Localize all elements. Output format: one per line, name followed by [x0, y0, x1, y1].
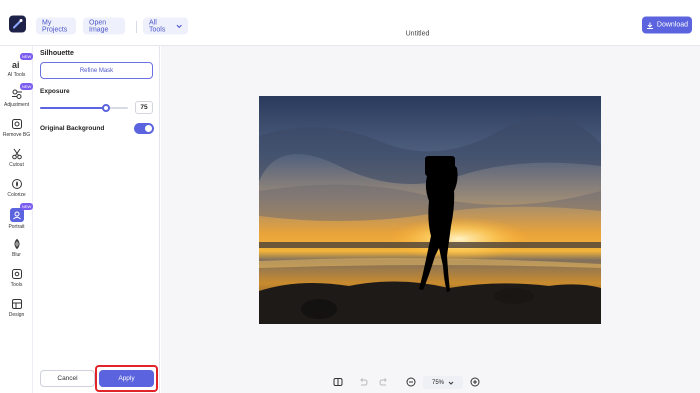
- rail-item-label: Remove BG: [2, 132, 31, 138]
- toggle-knob: [145, 125, 152, 132]
- exposure-slider[interactable]: [40, 104, 128, 112]
- zoom-value: 75%: [431, 379, 444, 386]
- remove-bg-icon: [11, 118, 23, 130]
- zoom-out-icon[interactable]: [406, 377, 416, 387]
- download-icon: [646, 22, 653, 29]
- header-divider: [136, 21, 137, 33]
- rail-item-tools[interactable]: Tools: [0, 264, 33, 292]
- original-background-toggle[interactable]: [134, 123, 154, 134]
- adjustment-icon: [11, 88, 23, 100]
- undo-icon[interactable]: [358, 377, 368, 387]
- all-tools-label: All Tools: [149, 19, 166, 33]
- my-projects-button[interactable]: My Projects: [36, 17, 76, 35]
- sunset-silhouette-photo[interactable]: [259, 96, 601, 324]
- colorize-icon: [11, 178, 23, 190]
- new-badge: NEW: [20, 83, 34, 90]
- rail-item-label: Colorize: [7, 192, 26, 198]
- exposure-value-input[interactable]: 75: [135, 101, 153, 114]
- download-button[interactable]: Download: [642, 16, 692, 34]
- design-icon: [11, 298, 23, 310]
- canvas-area: [161, 46, 700, 393]
- document-title[interactable]: Untitled: [380, 31, 455, 38]
- tool-rail: ai AI Tools NEW Adjustment NEW Remove BG Cutou…: [0, 46, 34, 393]
- refine-mask-button[interactable]: Refine Mask: [40, 62, 153, 79]
- rail-item-blur[interactable]: Blur: [0, 234, 33, 262]
- rail-item-label: Adjustment: [3, 102, 29, 108]
- open-image-button[interactable]: Open Image: [83, 17, 125, 35]
- zoom-dropdown[interactable]: 75%: [423, 376, 463, 389]
- new-badge: NEW: [20, 53, 34, 60]
- tools-icon: [11, 268, 23, 280]
- rail-item-portrait[interactable]: Portrait NEW: [0, 203, 34, 232]
- redo-icon[interactable]: [379, 377, 389, 387]
- original-background-label: Original Background: [40, 125, 105, 132]
- rail-item-cutout[interactable]: Cutout: [0, 144, 33, 172]
- rail-item-label: Cutout: [9, 162, 24, 168]
- rail-item-colorize[interactable]: Colorize: [0, 174, 33, 202]
- exposure-label: Exposure: [40, 88, 70, 95]
- rail-item-adjustment[interactable]: Adjustment NEW: [0, 83, 34, 112]
- rail-item-label: AI Tools: [7, 72, 26, 78]
- rail-item-label: Blur: [12, 252, 21, 258]
- rail-item-ai-tools[interactable]: ai AI Tools NEW: [0, 53, 34, 82]
- rail-item-label: Portrait: [8, 224, 25, 230]
- top-bar: My Projects Open Image All Tools Untitle…: [0, 0, 700, 46]
- cancel-button[interactable]: Cancel: [40, 370, 95, 387]
- exposure-slider-thumb[interactable]: [102, 104, 110, 112]
- download-label: Download: [656, 21, 689, 29]
- chevron-down-icon: [448, 381, 454, 385]
- rail-item-label: Tools: [10, 282, 23, 288]
- zoom-in-icon[interactable]: [470, 377, 480, 387]
- rail-item-design[interactable]: Design: [0, 294, 33, 322]
- all-tools-dropdown[interactable]: All Tools: [143, 17, 188, 35]
- silhouette-panel: Silhouette Refine Mask Exposure 75 Origi…: [33, 46, 160, 393]
- ai-icon: ai: [11, 58, 23, 70]
- panel-title: Silhouette: [40, 50, 74, 57]
- bottom-toolbar: 75%: [161, 372, 700, 393]
- apply-button[interactable]: Apply: [99, 370, 154, 387]
- blur-icon: [11, 238, 23, 250]
- new-badge: NEW: [20, 203, 34, 210]
- scissors-icon: [11, 148, 23, 160]
- rail-item-label: Design: [8, 312, 25, 318]
- rail-item-remove-bg[interactable]: Remove BG: [0, 114, 33, 142]
- chevron-down-icon: [176, 24, 182, 29]
- compare-icon[interactable]: [333, 377, 343, 387]
- exposure-slider-fill: [40, 107, 106, 109]
- portrait-icon: [9, 208, 24, 222]
- svg-text:ai: ai: [12, 60, 20, 70]
- app-logo[interactable]: [9, 15, 26, 33]
